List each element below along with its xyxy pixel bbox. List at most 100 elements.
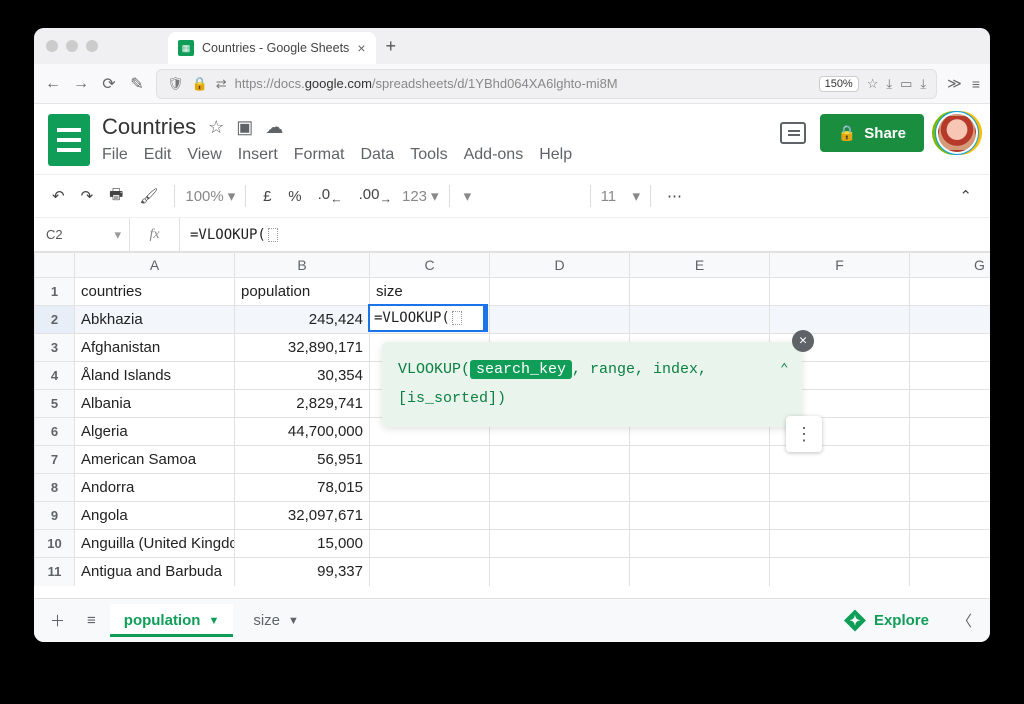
reload-button[interactable]: ⟳ bbox=[100, 74, 118, 94]
hamburger-menu-icon[interactable]: ≡ bbox=[972, 76, 980, 92]
menu-help[interactable]: Help bbox=[539, 146, 572, 164]
doc-title[interactable]: Countries bbox=[102, 114, 196, 140]
cell[interactable]: population bbox=[235, 278, 370, 306]
cell[interactable] bbox=[910, 362, 991, 390]
cell[interactable] bbox=[910, 390, 991, 418]
cell[interactable] bbox=[770, 530, 910, 558]
row-header[interactable]: 7 bbox=[35, 446, 75, 474]
star-doc-icon[interactable]: ☆ bbox=[208, 117, 224, 138]
row-header[interactable]: 10 bbox=[35, 530, 75, 558]
url-field[interactable]: 🛡 🔒 ⇄ https://docs.google.com/spreadshee… bbox=[156, 69, 937, 99]
currency-button[interactable]: £ bbox=[256, 184, 278, 209]
cell[interactable]: size bbox=[370, 278, 490, 306]
collapse-toolbar-icon[interactable]: ⌃ bbox=[953, 183, 978, 209]
row-header[interactable]: 8 bbox=[35, 474, 75, 502]
cell[interactable] bbox=[370, 474, 490, 502]
font-size-dropdown[interactable]: 11 ▾ bbox=[601, 187, 640, 205]
cell[interactable]: 15,000 bbox=[235, 530, 370, 558]
col-header-f[interactable]: F bbox=[770, 253, 910, 278]
cell[interactable] bbox=[490, 502, 630, 530]
row-header[interactable]: 5 bbox=[35, 390, 75, 418]
redo-button[interactable]: ↷ bbox=[75, 183, 100, 209]
overflow-nav-icon[interactable]: ≫ bbox=[947, 75, 962, 92]
save-page-icon[interactable]: ⤓ bbox=[920, 76, 926, 92]
cloud-status-icon[interactable]: ☁ bbox=[265, 117, 283, 138]
row-header[interactable]: 2 bbox=[35, 306, 75, 334]
extensions-icon[interactable]: ✎ bbox=[128, 74, 146, 94]
maximize-window-icon[interactable] bbox=[86, 40, 98, 52]
paint-format-button[interactable]: 🖌 bbox=[133, 183, 164, 209]
minimize-window-icon[interactable] bbox=[66, 40, 78, 52]
font-family-dropdown[interactable]: ▾ bbox=[460, 187, 580, 205]
cell[interactable]: 245,424 bbox=[235, 306, 370, 334]
cell[interactable] bbox=[770, 502, 910, 530]
row-header[interactable]: 9 bbox=[35, 502, 75, 530]
account-avatar[interactable] bbox=[938, 114, 976, 152]
cell[interactable] bbox=[490, 278, 630, 306]
chevron-down-icon[interactable]: ▼ bbox=[208, 615, 219, 627]
col-header-g[interactable]: G bbox=[910, 253, 991, 278]
reader-icon[interactable]: ▭ bbox=[900, 76, 912, 92]
decrease-decimal-button[interactable]: .0← bbox=[312, 182, 349, 210]
collapse-tooltip-icon[interactable]: ⌄ bbox=[780, 354, 788, 381]
explore-button[interactable]: ✦ Explore bbox=[832, 610, 941, 632]
tooltip-more-menu[interactable]: ⋮ bbox=[786, 416, 822, 452]
col-header-e[interactable]: E bbox=[630, 253, 770, 278]
percent-button[interactable]: % bbox=[282, 184, 307, 209]
more-formats-dropdown[interactable]: 123 ▾ bbox=[402, 187, 439, 205]
col-header-d[interactable]: D bbox=[490, 253, 630, 278]
cell[interactable] bbox=[370, 502, 490, 530]
increase-decimal-button[interactable]: .00→ bbox=[353, 182, 398, 210]
star-icon[interactable]: ☆ bbox=[867, 76, 879, 92]
cell[interactable] bbox=[910, 278, 991, 306]
cell[interactable] bbox=[630, 502, 770, 530]
cell[interactable]: 32,890,171 bbox=[235, 334, 370, 362]
cell[interactable] bbox=[770, 474, 910, 502]
cell[interactable]: 2,829,741 bbox=[235, 390, 370, 418]
zoom-badge[interactable]: 150% bbox=[819, 76, 859, 92]
menu-insert[interactable]: Insert bbox=[238, 146, 278, 164]
cell[interactable]: Albania bbox=[75, 390, 235, 418]
cell[interactable] bbox=[910, 530, 991, 558]
cell[interactable] bbox=[490, 306, 630, 334]
cell[interactable] bbox=[910, 474, 991, 502]
cell[interactable] bbox=[630, 530, 770, 558]
row-header[interactable]: 3 bbox=[35, 334, 75, 362]
cell[interactable] bbox=[370, 530, 490, 558]
cell[interactable] bbox=[910, 334, 991, 362]
cell[interactable]: 56,951 bbox=[235, 446, 370, 474]
cell[interactable]: Anguilla (United Kingdom) bbox=[75, 530, 235, 558]
formula-input[interactable]: =VLOOKUP( bbox=[180, 227, 990, 243]
print-button[interactable]: 🖶 bbox=[103, 180, 129, 213]
zoom-dropdown[interactable]: 100% ▾ bbox=[185, 187, 235, 205]
cell[interactable] bbox=[770, 558, 910, 586]
row-header[interactable]: 11 bbox=[35, 558, 75, 586]
cell[interactable]: American Samoa bbox=[75, 446, 235, 474]
cell[interactable] bbox=[490, 446, 630, 474]
new-tab-button[interactable]: + bbox=[376, 36, 407, 57]
menu-tools[interactable]: Tools bbox=[410, 146, 447, 164]
menu-edit[interactable]: Edit bbox=[144, 146, 172, 164]
download-icon[interactable]: ⤓ bbox=[886, 76, 892, 92]
menu-format[interactable]: Format bbox=[294, 146, 345, 164]
undo-button[interactable]: ↶ bbox=[46, 183, 71, 209]
cell[interactable]: Andorra bbox=[75, 474, 235, 502]
cell[interactable] bbox=[910, 418, 991, 446]
cell[interactable] bbox=[630, 278, 770, 306]
col-header-b[interactable]: B bbox=[235, 253, 370, 278]
sheets-logo-icon[interactable] bbox=[48, 114, 90, 166]
active-cell-c2[interactable]: =VLOOKUP( bbox=[368, 304, 488, 332]
cell[interactable]: Angola bbox=[75, 502, 235, 530]
cell[interactable] bbox=[370, 558, 490, 586]
row-header[interactable]: 1 bbox=[35, 278, 75, 306]
comments-icon[interactable] bbox=[780, 122, 806, 144]
cell[interactable] bbox=[490, 530, 630, 558]
cell[interactable]: Algeria bbox=[75, 418, 235, 446]
toolbar-overflow-button[interactable]: ⋯ bbox=[661, 183, 688, 209]
menu-file[interactable]: File bbox=[102, 146, 128, 164]
move-doc-icon[interactable]: ▣ bbox=[236, 117, 253, 138]
cell[interactable] bbox=[490, 558, 630, 586]
cell[interactable] bbox=[910, 306, 991, 334]
cell[interactable]: 99,337 bbox=[235, 558, 370, 586]
cell[interactable] bbox=[370, 446, 490, 474]
